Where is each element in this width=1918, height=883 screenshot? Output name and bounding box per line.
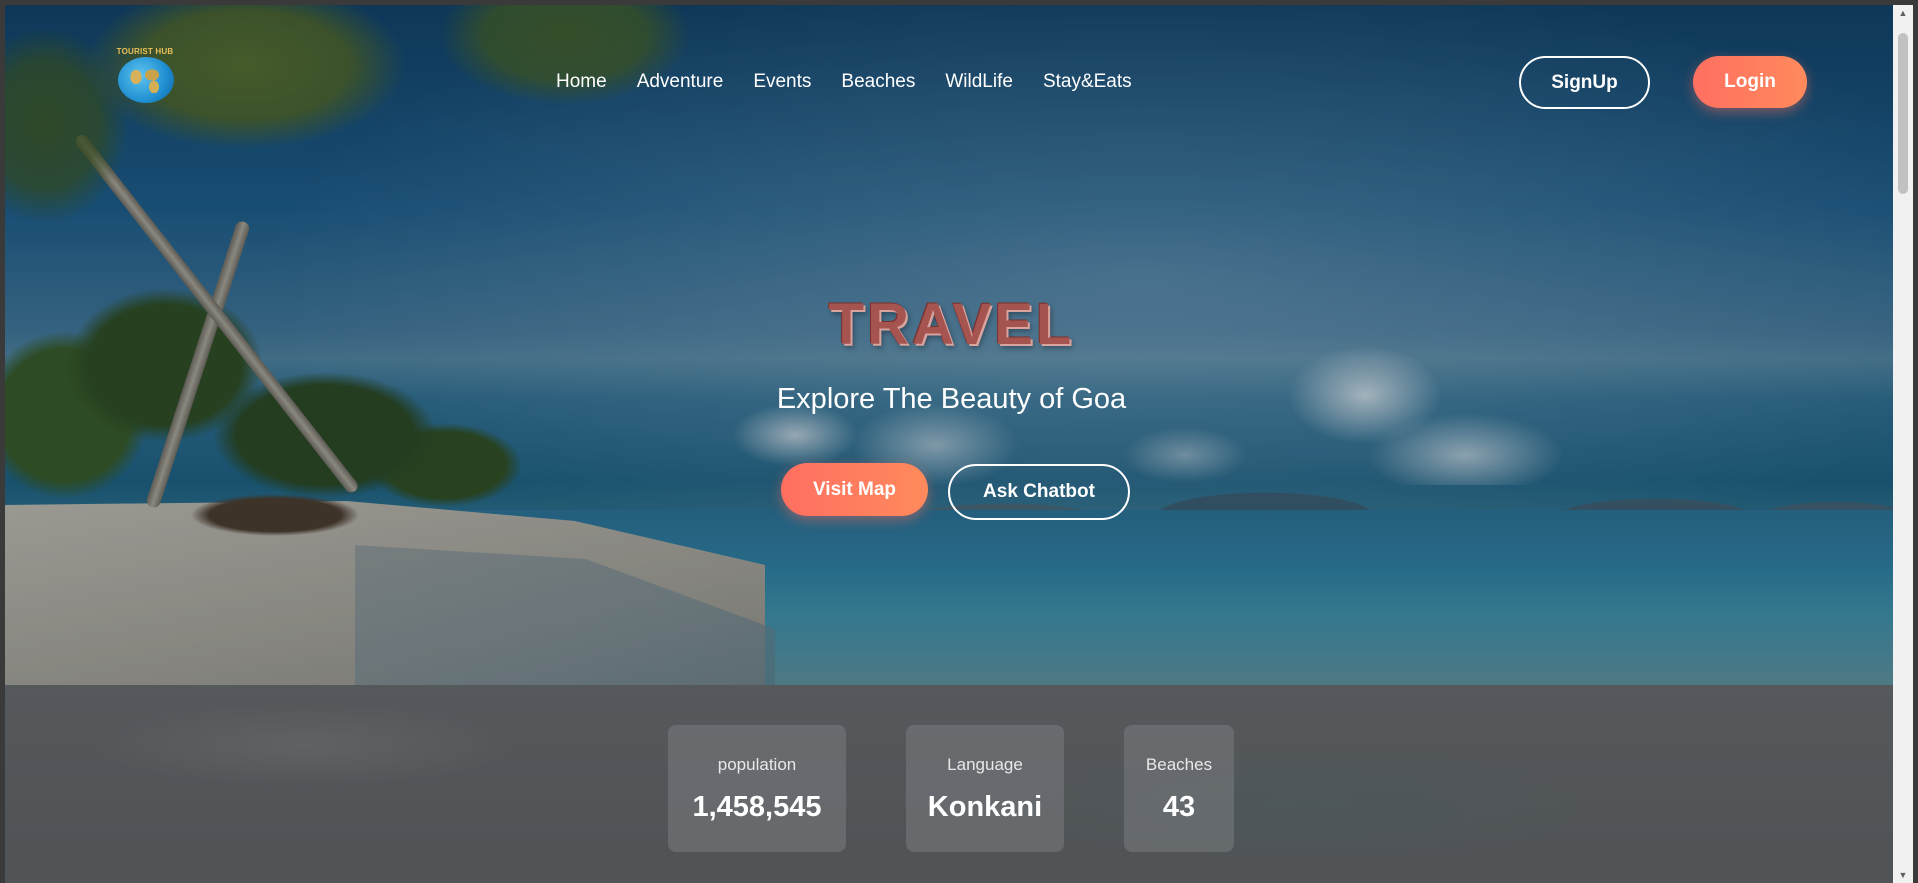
stat-value: Konkani — [927, 791, 1043, 823]
browser-viewport: TOURIST HUB Home Adventure Events Beache… — [5, 5, 1898, 883]
hero-title: TRAVEL — [828, 292, 1075, 357]
stat-card-population: population 1,458,545 — [668, 725, 846, 852]
globe-icon — [118, 57, 174, 103]
stat-card-beaches: Beaches 43 — [1124, 725, 1234, 852]
nav-link-home[interactable]: Home — [556, 71, 607, 99]
scroll-down-icon[interactable]: ▼ — [1893, 867, 1913, 883]
ask-chatbot-button[interactable]: Ask Chatbot — [948, 464, 1130, 520]
scrollbar-thumb[interactable] — [1898, 33, 1908, 194]
nav-link-adventure[interactable]: Adventure — [637, 71, 724, 99]
stat-label: population — [717, 755, 797, 774]
page-scrollbar[interactable]: ▲ ▼ — [1893, 5, 1913, 883]
site-logo[interactable]: TOURIST HUB — [112, 47, 178, 107]
nav-link-beaches[interactable]: Beaches — [841, 71, 915, 99]
hero-subtitle: Explore The Beauty of Goa — [776, 383, 1127, 415]
main-nav: Home Adventure Events Beaches WildLife S… — [556, 71, 1132, 99]
nav-link-stay-eats[interactable]: Stay&Eats — [1043, 71, 1132, 99]
scroll-up-icon[interactable]: ▲ — [1893, 5, 1913, 21]
nav-link-events[interactable]: Events — [753, 71, 811, 99]
login-button[interactable]: Login — [1693, 56, 1807, 108]
stat-label: Beaches — [1145, 755, 1213, 774]
stat-value: 1,458,545 — [692, 791, 822, 823]
nav-link-wildlife[interactable]: WildLife — [945, 71, 1013, 99]
stat-value: 43 — [1162, 791, 1196, 823]
visit-map-button[interactable]: Visit Map — [781, 463, 928, 516]
stat-label: Language — [947, 755, 1023, 774]
stats-section: population 1,458,545 Language Konkani Be… — [5, 685, 1898, 883]
signup-button[interactable]: SignUp — [1519, 56, 1650, 109]
stat-card-language: Language Konkani — [906, 725, 1064, 852]
logo-text: TOURIST HUB — [116, 47, 174, 56]
hero-section: TOURIST HUB Home Adventure Events Beache… — [5, 5, 1898, 685]
